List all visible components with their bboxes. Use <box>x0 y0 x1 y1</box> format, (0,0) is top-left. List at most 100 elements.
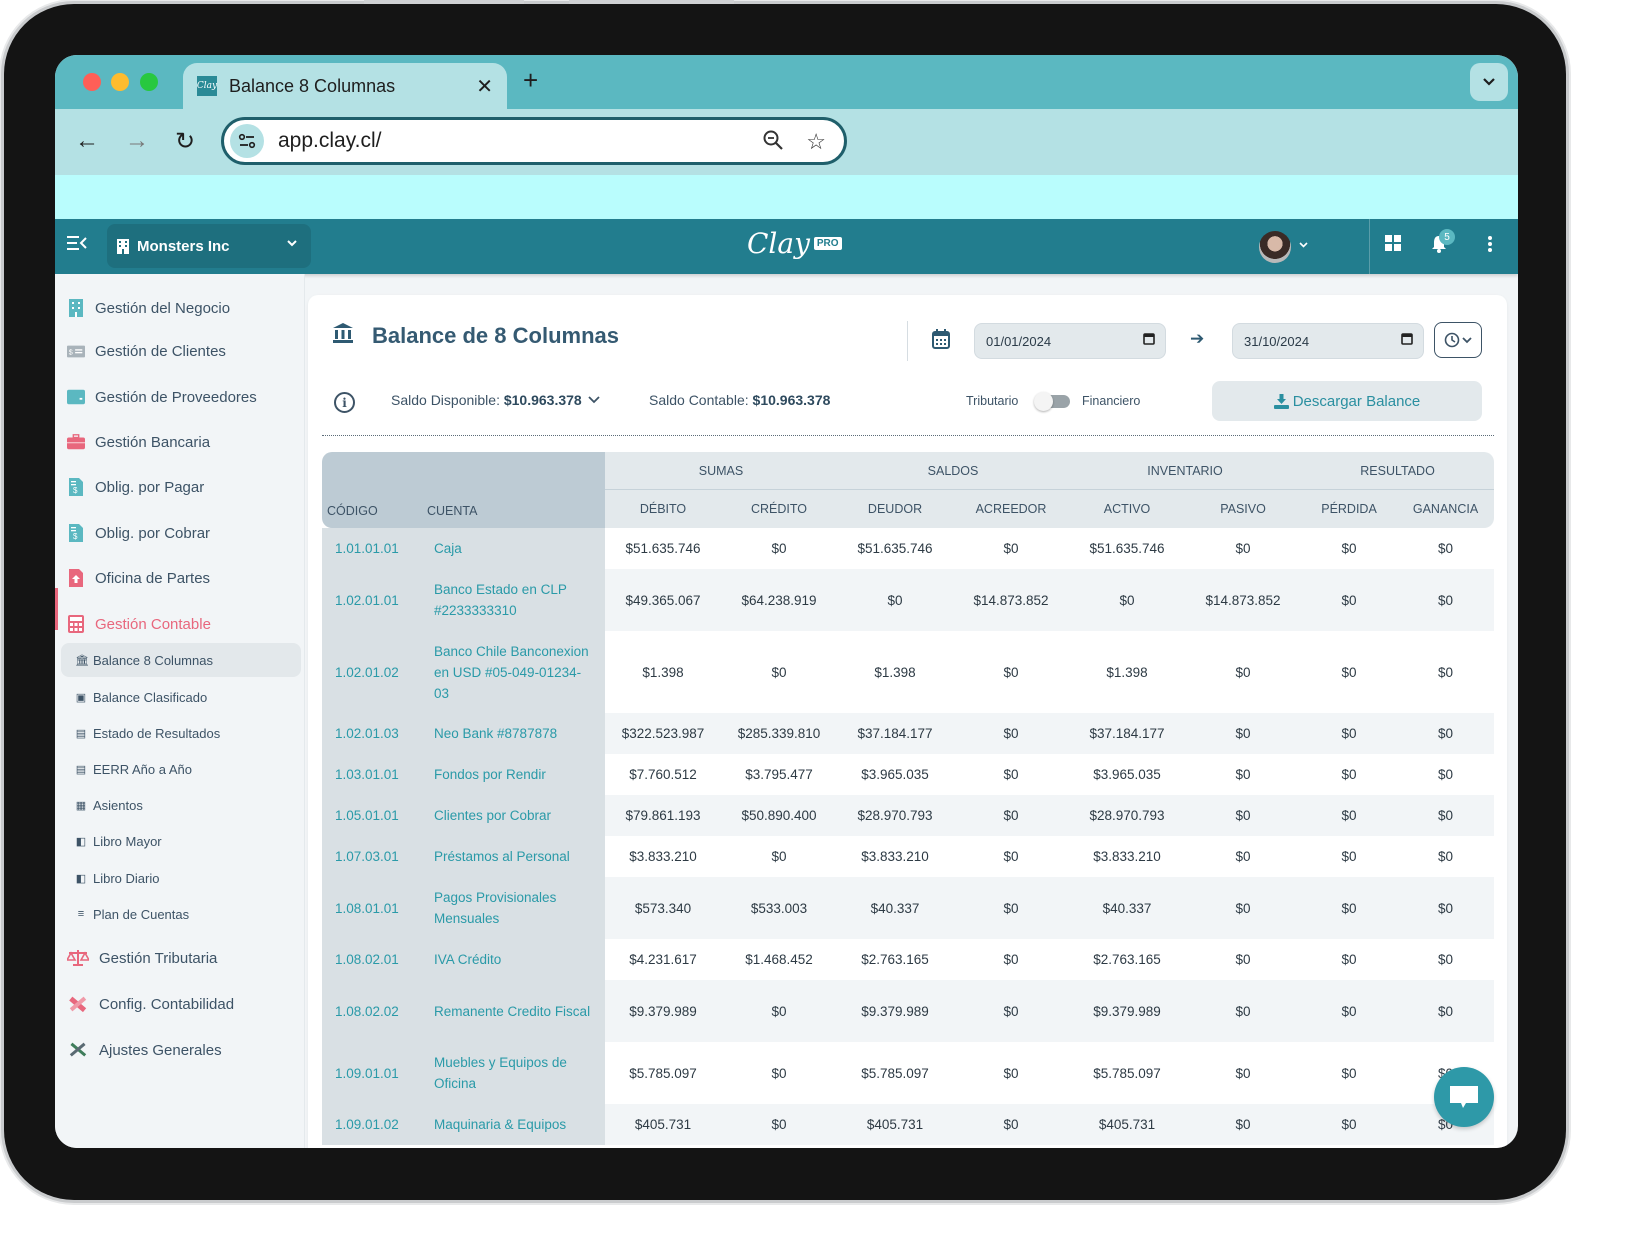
column-header-ganancia[interactable]: GANANCIA <box>1397 490 1495 528</box>
account-name-link[interactable]: Remanente Credito Fiscal <box>422 980 605 1042</box>
sidebar-subitem-asientos[interactable]: ▦ Asientos <box>61 788 301 822</box>
column-header-perdida[interactable]: PÉRDIDA <box>1301 490 1398 528</box>
sidebar-subitem-eerr-ano-a-ano[interactable]: ▤ EERR Año a Año <box>61 752 301 786</box>
site-settings-icon[interactable] <box>230 124 264 158</box>
address-bar[interactable]: app.clay.cl/ ☆ <box>221 117 847 165</box>
table-row[interactable]: 1.07.03.01 Préstamos al Personal $3.833.21… <box>322 836 1494 877</box>
saldo-dropdown-toggle[interactable] <box>588 391 600 407</box>
chevron-down-icon[interactable] <box>1299 239 1308 251</box>
account-name-link[interactable]: Maquinaria & Equipos <box>422 1104 605 1145</box>
account-name-link[interactable]: Banco Chile Banconexion en USD #05-049-0… <box>422 631 605 713</box>
account-name-link[interactable]: Clientes por Cobrar <box>422 795 605 836</box>
close-tab-icon[interactable]: ✕ <box>476 74 493 99</box>
menu-collapse-icon[interactable] <box>67 235 87 256</box>
column-header-debito[interactable]: DÉBITO <box>605 490 721 528</box>
clay-logo[interactable]: Clay PRO <box>747 227 842 260</box>
sidebar-item-gestion-contable[interactable]: Gestión Contable <box>55 606 305 642</box>
sidebar-subitem-libro-mayor[interactable]: ◧ Libro Mayor <box>61 824 301 858</box>
apps-grid-icon[interactable] <box>1385 235 1401 256</box>
table-row[interactable]: 1.08.02.01 IVA Crédito $4.231.617 $1.468.45… <box>322 939 1494 980</box>
sidebar-subitem-plan-cuentas[interactable]: ≡ Plan de Cuentas <box>61 897 301 931</box>
favicon-icon: Clay <box>197 76 217 96</box>
account-name-link[interactable]: Fondos por Rendir <box>422 754 605 795</box>
column-header-activo[interactable]: ACTIVO <box>1069 490 1186 528</box>
company-selector[interactable]: Monsters Inc <box>107 224 311 268</box>
sidebar-item-gestion-clientes[interactable]: $ Gestión de Clientes <box>55 333 305 369</box>
sidebar-item-gestion-tributaria[interactable]: Gestión Tributaria <box>55 940 305 976</box>
account-code-link[interactable]: 1.01.01.01 <box>322 528 422 569</box>
maximize-window-button[interactable] <box>140 73 158 91</box>
table-row[interactable]: 1.05.01.01 Clientes por Cobrar $79.861.193… <box>322 795 1495 836</box>
account-code-link[interactable]: 1.09.01.01 <box>322 1042 422 1104</box>
minimize-window-button[interactable] <box>111 73 129 91</box>
table-row[interactable]: 1.01.01.01 Caja $51.635.746 $0 $51.635.746 $0… <box>322 528 1494 569</box>
sidebar-item-oblig-pagar[interactable]: $ Oblig. por Pagar <box>55 469 305 505</box>
account-code-link[interactable]: 1.08.02.02 <box>322 980 422 1042</box>
sidebar-subitem-balance-8-columnas[interactable]: 🏛︎ Balance 8 Columnas <box>61 643 301 677</box>
account-code-link[interactable]: 1.05.01.01 <box>322 795 422 836</box>
account-name-link[interactable]: Caja <box>422 528 605 569</box>
table-row[interactable]: 1.02.01.01 Banco Estado en CLP #223333331… <box>322 569 1495 631</box>
column-header-acreedor[interactable]: ACREEDOR <box>953 490 1070 528</box>
date-to-input[interactable]: 31/10/2024 <box>1232 323 1424 359</box>
url-text[interactable]: app.clay.cl/ <box>278 129 382 153</box>
column-header-credito[interactable]: CRÉDITO <box>721 490 838 528</box>
column-header-pasivo[interactable]: PASIVO <box>1185 490 1302 528</box>
account-name-link[interactable]: Banco Estado en CLP #2233333310 <box>422 569 605 631</box>
sidebar-item-gestion-proveedores[interactable]: Gestión de Proveedores <box>55 379 305 415</box>
calendar-picker-icon[interactable] <box>1401 333 1413 348</box>
balance-table-container[interactable]: CÓDIGO CUENTA SUMAS SALDOS INVENTARIO RE… <box>322 452 1495 1145</box>
user-avatar[interactable] <box>1259 231 1291 263</box>
browser-tab[interactable]: Clay Balance 8 Columnas ✕ <box>183 63 507 109</box>
account-code-link[interactable]: 1.08.02.01 <box>322 939 422 980</box>
account-name-link[interactable]: IVA Crédito <box>422 939 605 980</box>
sidebar-item-ajustes-generales[interactable]: Ajustes Generales <box>55 1032 305 1068</box>
account-name-link[interactable]: Muebles y Equipos de Oficina <box>422 1042 605 1104</box>
forward-button[interactable]: → <box>125 127 149 155</box>
table-row[interactable]: 1.03.01.01 Fondos por Rendir $7.760.512 $3.… <box>322 754 1494 795</box>
new-tab-button[interactable]: + <box>523 65 538 96</box>
download-balance-button[interactable]: Descargar Balance <box>1212 381 1482 421</box>
account-code-link[interactable]: 1.02.01.02 <box>322 631 422 713</box>
close-window-button[interactable] <box>83 73 101 91</box>
sidebar-item-gestion-bancaria[interactable]: Gestión Bancaria <box>55 424 305 460</box>
tab-search-button[interactable] <box>1470 63 1508 101</box>
account-code-link[interactable]: 1.07.03.01 <box>322 836 422 877</box>
period-presets-button[interactable] <box>1434 322 1482 358</box>
column-header-cuenta[interactable]: CUENTA <box>422 504 477 518</box>
more-options-icon[interactable] <box>1487 235 1493 258</box>
sidebar-subitem-estado-resultados[interactable]: ▤ Estado de Resultados <box>61 716 301 750</box>
back-button[interactable]: ← <box>75 127 99 155</box>
table-row[interactable]: 1.08.02.02 Remanente Credito Fiscal $9.379… <box>322 980 1495 1042</box>
table-row[interactable]: 1.09.01.02 Maquinaria & Equipos $405.731 $0… <box>322 1104 1495 1145</box>
reload-button[interactable]: ↻ <box>175 127 195 156</box>
account-code-link[interactable]: 1.02.01.01 <box>322 569 422 631</box>
table-row[interactable]: 1.08.01.01 Pagos Provisionales Mensuales $… <box>322 877 1495 939</box>
sidebar-item-gestion-negocio[interactable]: Gestión del Negocio <box>55 290 305 326</box>
sidebar-item-oficina-partes[interactable]: Oficina de Partes <box>55 560 305 596</box>
account-code-link[interactable]: 1.09.01.02 <box>322 1104 422 1145</box>
sidebar-subitem-libro-diario[interactable]: ◧ Libro Diario <box>61 861 301 895</box>
account-code-link[interactable]: 1.02.01.03 <box>322 713 422 754</box>
bookmark-star-icon[interactable]: ☆ <box>806 129 826 157</box>
column-header-codigo[interactable]: CÓDIGO <box>322 504 422 518</box>
chat-support-button[interactable] <box>1434 1067 1494 1127</box>
sidebar-item-oblig-cobrar[interactable]: $ Oblig. por Cobrar <box>55 515 305 551</box>
calendar-icon[interactable] <box>932 329 950 355</box>
account-name-link[interactable]: Préstamos al Personal <box>422 836 605 877</box>
table-row[interactable]: 1.09.01.01 Muebles y Equipos de Oficina $5… <box>322 1042 1494 1104</box>
calendar-picker-icon[interactable] <box>1143 333 1155 348</box>
column-header-deudor[interactable]: DEUDOR <box>837 490 954 528</box>
info-icon[interactable]: i <box>334 392 355 413</box>
table-row[interactable]: 1.02.01.02 Banco Chile Banconexion en USD… <box>322 631 1494 713</box>
account-name-link[interactable]: Pagos Provisionales Mensuales <box>422 877 605 939</box>
sidebar-item-config-contabilidad[interactable]: Config. Contabilidad <box>55 986 305 1022</box>
tributario-financiero-toggle[interactable] <box>1034 392 1070 411</box>
table-row[interactable]: 1.02.01.03 Neo Bank #8787878 $322.523.987 $… <box>322 713 1495 754</box>
zoom-icon[interactable] <box>762 129 784 157</box>
date-from-input[interactable]: 01/01/2024 <box>974 323 1166 359</box>
account-code-link[interactable]: 1.03.01.01 <box>322 754 422 795</box>
account-name-link[interactable]: Neo Bank #8787878 <box>422 713 605 754</box>
sidebar-subitem-balance-clasificado[interactable]: ▣ Balance Clasificado <box>61 680 301 714</box>
account-code-link[interactable]: 1.08.01.01 <box>322 877 422 939</box>
